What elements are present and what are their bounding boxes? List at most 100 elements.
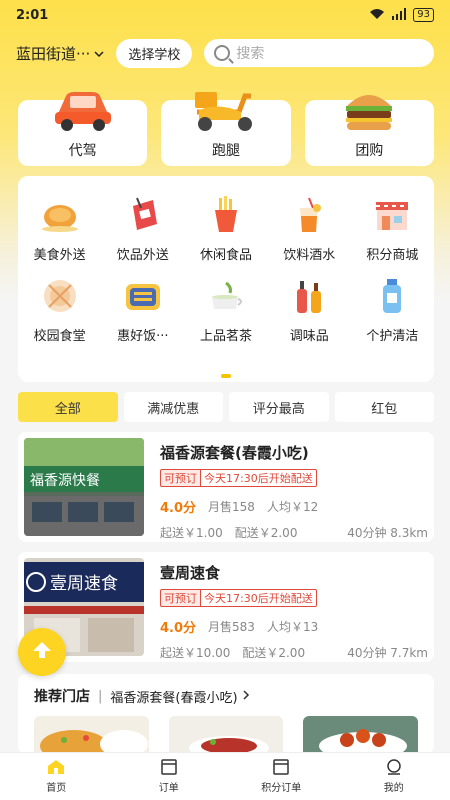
plate-icon [39, 275, 81, 317]
tea-icon [205, 275, 247, 317]
shop-sign-text: 壹周速食 [50, 574, 118, 594]
search-bar[interactable]: 搜索 [204, 39, 434, 67]
condiment-icon [288, 275, 330, 317]
category-item[interactable]: 休闲食品 [184, 194, 267, 263]
tab-profile[interactable]: 我的 [338, 753, 450, 800]
tab-label: 积分订单 [261, 783, 302, 794]
recommended-shops: 推荐门店 | 福香源套餐(春霞小吃) [18, 674, 434, 754]
preorder-tag: 可预订 [160, 589, 201, 607]
category-item[interactable]: 校园食堂 [18, 275, 101, 344]
shop-image: 福香源快餐 [24, 438, 144, 536]
signal-icon [391, 7, 407, 23]
top-header: 蓝田街道··· 选择学校 搜索 [0, 38, 450, 68]
recommended-header: 推荐门店 | 福香源套餐(春霞小吃) [18, 674, 434, 706]
recommended-shop-link[interactable]: 福香源套餐(春霞小吃) [110, 687, 237, 706]
category-item[interactable]: 积分商城 [351, 194, 434, 263]
category-label: 美食外送 [33, 248, 86, 263]
select-school-button[interactable]: 选择学校 [116, 38, 193, 68]
scooter-icon [191, 88, 261, 138]
service-label: 跑腿 [211, 143, 240, 159]
category-label: 休闲食品 [199, 248, 252, 263]
shop-delivery-info: 起送￥10.00 配送￥2.00 40分钟 7.7km [160, 644, 428, 661]
order-icon [160, 759, 178, 775]
status-icons: 93 [369, 7, 434, 23]
rice-bowl-icon [122, 275, 164, 317]
cleanser-icon [371, 275, 413, 317]
category-label: 饮品外送 [116, 248, 169, 263]
search-icon [214, 45, 231, 61]
tab-orders[interactable]: 订单 [113, 753, 226, 800]
store-icon [371, 194, 413, 236]
category-item[interactable]: 饮料酒水 [268, 194, 351, 263]
category-label: 饮料酒水 [283, 248, 336, 263]
filter-red-packet[interactable]: 红包 [334, 392, 434, 422]
filter-discount[interactable]: 满减优惠 [123, 392, 223, 422]
recommended-dish-image[interactable] [34, 716, 149, 752]
drink-bag-icon [122, 194, 164, 236]
shop-delivery-info: 起送￥1.00 配送￥2.00 40分钟 8.3km [160, 524, 428, 541]
category-item[interactable]: 调味品 [268, 275, 351, 344]
shop-card[interactable]: 福香源快餐 福香源套餐(春霞小吃) 可预订 今天17:30后开始配送 4.0分 … [18, 432, 434, 542]
shop-stats: 4.0分 月售583 人均￥13 [160, 617, 428, 636]
delivery-time-tag: 今天17:30后开始配送 [201, 469, 317, 487]
fries-icon [205, 194, 247, 236]
category-item[interactable]: 惠好饭··· [101, 275, 184, 344]
category-item[interactable]: 个护清洁 [351, 275, 434, 344]
category-grid: 美食外送 饮品外送 休闲食品 饮料酒水 积分商城 校园食堂 惠好饭··· 上品茗… [18, 176, 434, 344]
status-bar: 2:01 93 [0, 0, 450, 30]
delivery-eta: 40分钟 8.3km [347, 526, 428, 540]
chevron-right-icon[interactable] [242, 689, 250, 704]
roast-chicken-icon [39, 194, 81, 236]
wifi-icon [369, 8, 385, 23]
car-icon [52, 88, 114, 136]
delivery-fee: 配送￥2.00 [234, 526, 298, 540]
location-text: 蓝田街道··· [16, 44, 91, 63]
category-panel: 美食外送 饮品外送 休闲食品 饮料酒水 积分商城 校园食堂 惠好饭··· 上品茗… [18, 176, 434, 382]
juice-icon [288, 194, 330, 236]
shop-rating: 4.0分 [160, 501, 197, 516]
category-item[interactable]: 上品茗茶 [184, 275, 267, 344]
avg-price: 人均￥12 [266, 500, 319, 514]
shop-info: 壹周速食 可预订 今天17:30后开始配送 4.0分 月售583 人均￥13 起… [160, 558, 428, 660]
points-order-icon [272, 759, 290, 775]
recommended-dish-image[interactable] [168, 716, 284, 752]
min-order: 起送￥10.00 [160, 646, 231, 660]
shop-stats: 4.0分 月售158 人均￥12 [160, 497, 428, 516]
chevron-down-icon [94, 44, 104, 62]
monthly-sales: 月售158 [208, 500, 255, 514]
separator: | [98, 688, 103, 704]
min-order: 起送￥1.00 [160, 526, 223, 540]
recommended-title: 推荐门店 [34, 689, 90, 705]
recommended-images [18, 706, 434, 752]
category-label: 调味品 [289, 329, 329, 344]
arrow-up-icon [32, 641, 52, 663]
service-card-daijia[interactable]: 代驾 [18, 92, 148, 166]
category-item[interactable]: 饮品外送 [101, 194, 184, 263]
location-selector[interactable]: 蓝田街道··· [16, 43, 104, 64]
filter-top-rated[interactable]: 评分最高 [229, 392, 329, 422]
shop-name: 壹周速食 [160, 564, 221, 582]
category-label: 上品茗茶 [199, 329, 252, 344]
service-card-errand[interactable]: 跑腿 [161, 92, 291, 166]
service-card-groupbuy[interactable]: 团购 [304, 95, 434, 166]
scroll-top-button[interactable] [18, 628, 66, 676]
avg-price: 人均￥13 [266, 620, 319, 634]
battery-icon: 93 [413, 8, 434, 22]
tab-label: 我的 [383, 783, 404, 794]
recommended-dish-image[interactable] [303, 716, 419, 752]
page-dot [221, 374, 231, 378]
delivery-time-tag: 今天17:30后开始配送 [201, 589, 317, 607]
profile-icon [385, 759, 403, 775]
tab-home[interactable]: 首页 [0, 753, 113, 800]
tab-label: 订单 [158, 783, 179, 794]
service-cards: 代驾 跑腿 团购 [18, 92, 434, 166]
category-label: 个护清洁 [366, 329, 419, 344]
tab-points-orders[interactable]: 积分订单 [225, 753, 338, 800]
shop-rating: 4.0分 [160, 621, 197, 636]
category-item[interactable]: 美食外送 [18, 194, 101, 263]
category-label: 积分商城 [366, 248, 419, 263]
shop-info: 福香源套餐(春霞小吃) 可预订 今天17:30后开始配送 4.0分 月售158 … [160, 438, 428, 540]
page-indicator [18, 374, 434, 378]
filter-all[interactable]: 全部 [18, 392, 118, 422]
shop-card[interactable]: 壹周速食 壹周速食 可预订 今天17:30后开始配送 4.0分 月售583 人均… [18, 552, 434, 662]
